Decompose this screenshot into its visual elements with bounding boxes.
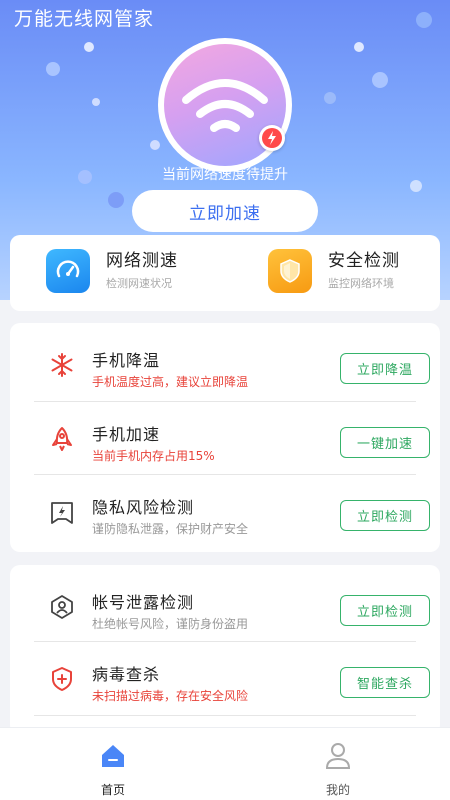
decorative-bubble xyxy=(84,42,94,52)
decorative-bubble xyxy=(416,12,432,28)
snowflake-icon xyxy=(51,353,73,377)
divider xyxy=(34,715,416,716)
speed-test-subtitle: 检测网速状况 xyxy=(106,277,172,290)
nav-tab-profile[interactable]: 我的 xyxy=(308,742,368,798)
security-check-entry[interactable]: 安全检测 监控网络环境 xyxy=(268,249,400,297)
list-item-subtitle: 谨防隐私泄露，保护财产安全 xyxy=(92,522,249,536)
speedometer-icon xyxy=(46,249,90,293)
decorative-bubble xyxy=(108,192,124,208)
decorative-bubble xyxy=(46,62,60,76)
list-item-title: 隐私风险检测 xyxy=(92,498,195,517)
list-item-phone-boost: 手机加速 当前手机内存占用15% 一键加速 xyxy=(34,401,430,474)
cool-down-button[interactable]: 立即降温 xyxy=(340,353,430,384)
security-check-subtitle: 监控网络环境 xyxy=(328,277,394,290)
decorative-bubble xyxy=(354,42,364,52)
tools-card-1: 手机降温 手机温度过高，建议立即降温 立即降温 手机加速 当前手机内存占用15%… xyxy=(10,323,440,552)
decorative-bubble xyxy=(92,98,100,106)
account-check-button[interactable]: 立即检测 xyxy=(340,595,430,626)
list-item-account-leak: 帐号泄露检测 杜绝帐号风险，谨防身份盗用 立即检测 xyxy=(34,569,430,642)
speed-test-title: 网络测速 xyxy=(106,251,178,271)
shield-icon xyxy=(268,249,312,293)
profile-icon xyxy=(325,743,351,769)
decorative-bubble xyxy=(150,140,160,150)
list-item-title: 帐号泄露检测 xyxy=(92,593,195,612)
decorative-bubble xyxy=(324,92,336,104)
virus-shield-icon xyxy=(52,667,72,691)
speed-test-entry[interactable]: 网络测速 检测网速状况 xyxy=(46,249,178,297)
list-item-title: 手机加速 xyxy=(92,425,161,444)
home-icon xyxy=(102,745,124,767)
account-icon xyxy=(51,595,73,619)
list-item-privacy-check: 隐私风险检测 谨防隐私泄露，保护财产安全 立即检测 xyxy=(34,474,430,547)
tools-card-2: 帐号泄露检测 杜绝帐号风险，谨防身份盗用 立即检测 病毒查杀 未扫描过病毒，存在… xyxy=(10,565,440,735)
virus-scan-button[interactable]: 智能查杀 xyxy=(340,667,430,698)
nav-label-home: 首页 xyxy=(100,783,125,797)
list-item-subtitle: 当前手机内存占用15% xyxy=(92,449,215,463)
bottom-nav: 首页 我的 xyxy=(0,727,450,800)
bolt-icon xyxy=(259,125,285,151)
list-item-subtitle: 杜绝帐号风险，谨防身份盗用 xyxy=(92,617,249,631)
privacy-icon xyxy=(51,502,73,524)
decorative-bubble xyxy=(372,72,388,88)
list-item-virus-scan: 病毒查杀 未扫描过病毒，存在安全风险 智能查杀 xyxy=(34,641,430,714)
network-status-text: 当前网络速度待提升 xyxy=(162,167,288,183)
list-item-title: 手机降温 xyxy=(92,351,161,370)
list-item-subtitle: 未扫描过病毒，存在安全风险 xyxy=(92,689,249,703)
wifi-status-badge[interactable] xyxy=(158,38,292,172)
nav-label-profile: 我的 xyxy=(325,783,350,797)
speed-up-button[interactable]: 立即加速 xyxy=(132,190,318,232)
one-click-boost-button[interactable]: 一键加速 xyxy=(340,427,430,458)
list-item-cool-down: 手机降温 手机温度过高，建议立即降温 立即降温 xyxy=(34,327,430,400)
list-item-title: 病毒查杀 xyxy=(92,665,161,684)
app-title: 万能无线网管家 xyxy=(14,8,155,30)
list-item-subtitle: 手机温度过高，建议立即降温 xyxy=(92,375,249,389)
rocket-icon xyxy=(52,427,72,451)
privacy-check-button[interactable]: 立即检测 xyxy=(340,500,430,531)
security-check-title: 安全检测 xyxy=(328,251,400,271)
quick-actions-card: 网络测速 检测网速状况 安全检测 监控网络环境 xyxy=(10,235,440,311)
nav-tab-home[interactable]: 首页 xyxy=(83,742,143,798)
